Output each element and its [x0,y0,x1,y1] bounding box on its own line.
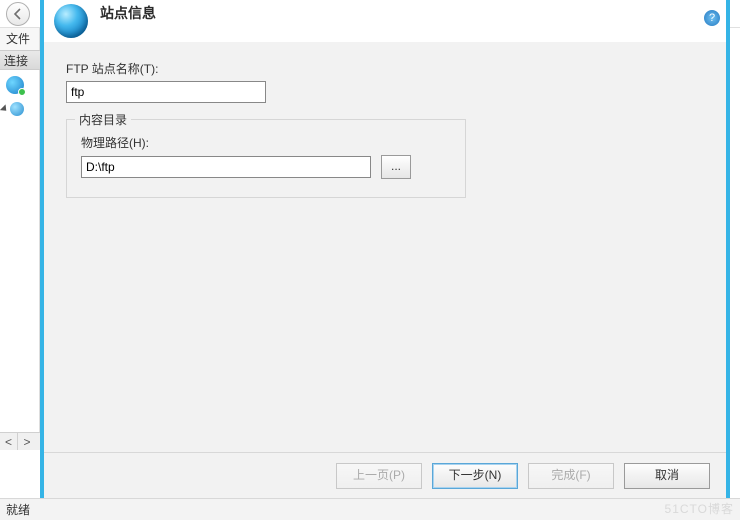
refresh-connections-icon[interactable] [6,76,24,94]
site-info-dialog: 站点信息 ? FTP 站点名称(T): 内容目录 物理路径(H): ... 上一… [40,0,730,498]
next-button[interactable]: 下一步(N) [432,463,518,489]
globe-icon [54,4,88,38]
physical-path-label: 物理路径(H): [81,134,451,151]
cancel-button[interactable]: 取消 [624,463,710,489]
physical-path-input[interactable] [81,156,371,178]
browse-button[interactable]: ... [381,155,411,179]
scroll-right[interactable]: > [18,433,36,450]
menu-file[interactable]: 文件 [0,28,40,50]
site-name-label: FTP 站点名称(T): [66,60,704,77]
connections-header: 连接 [0,50,40,70]
content-directory-group: 内容目录 物理路径(H): ... [66,119,466,198]
site-name-input[interactable] [66,81,266,103]
expand-icon [0,104,9,113]
content-directory-legend: 内容目录 [75,111,131,128]
back-button[interactable] [6,2,30,26]
help-icon[interactable]: ? [704,10,720,26]
dialog-title: 站点信息 [100,3,156,23]
server-icon [10,102,24,116]
finish-button: 完成(F) [528,463,614,489]
tree-node[interactable] [2,102,39,116]
status-bar: 就绪 [0,498,740,520]
sidebar: < > [0,70,40,450]
prev-button: 上一页(P) [336,463,422,489]
scroll-left[interactable]: < [0,433,18,450]
